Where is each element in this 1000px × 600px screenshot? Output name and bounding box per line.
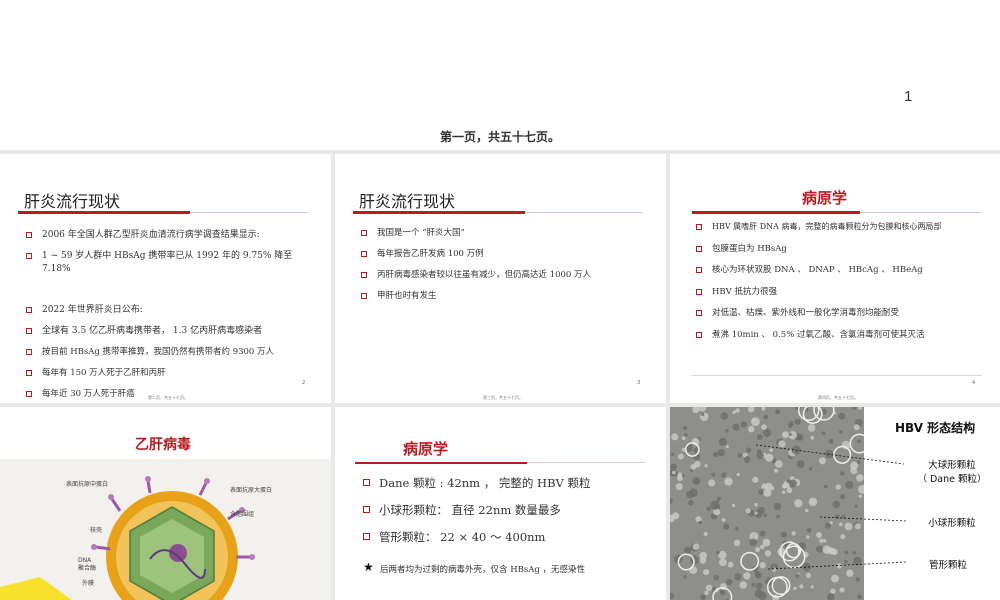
slide-page-number: 3	[637, 380, 641, 386]
slide-title: 乙肝病毒	[135, 437, 191, 453]
square-bullet-icon	[696, 310, 702, 316]
square-bullet-icon	[363, 533, 370, 540]
list-item: HBV 抵抗力很强	[696, 286, 996, 298]
list-item: 每年报告乙肝发病 100 万例	[361, 248, 656, 261]
square-bullet-icon	[26, 370, 32, 376]
leader-line-large	[755, 444, 905, 465]
slide-title: 肝炎流行现状	[359, 192, 456, 211]
title-underline-line	[525, 212, 643, 213]
slide-title: 病原学	[403, 440, 449, 458]
slide-footer: 第二页，共五十七页。	[148, 395, 188, 400]
slide-thumbnail-4[interactable]: 病原学 HBV 属嗜肝 DNA 病毒，完整的病毒颗粒分为包膜和核心两局部 包膜蛋…	[670, 154, 1000, 403]
square-bullet-icon	[363, 479, 370, 486]
page-caption: 第一页，共五十七页。	[439, 130, 560, 144]
list-item: 按目前 HBsAg 携带率推算，我国仍然有携带者约 9300 万人	[26, 346, 316, 359]
label-surface-large: 表面抗原大蛋白	[230, 487, 273, 494]
list-item: 包膜蛋白为 HBsAg	[696, 243, 996, 255]
square-bullet-icon	[26, 307, 32, 313]
label-capsid: 核壳	[90, 527, 103, 534]
label-large-particle: 大球形颗粒	[928, 460, 976, 471]
hbv-virus-diagram	[0, 476, 255, 600]
leader-line-tube	[767, 561, 907, 570]
label-envelope: 外膜	[82, 580, 95, 587]
label-dna-polymerase: DNA 聚合酶	[78, 557, 97, 572]
slide-page-number: 2	[302, 380, 306, 386]
slide-footer: 第三页，共五十七页。	[483, 395, 523, 400]
label-surface-middle: 表面抗原中蛋白	[66, 481, 109, 488]
list-item: 甲肝也时有发生	[361, 290, 656, 303]
list-item: 丙肝病毒感染者较以往虽有减少，但仍高达近 1000 万人	[361, 269, 656, 282]
list-item: 全球有 3.5 亿乙肝病毒携带者， 1.3 亿丙肝病毒感染者	[26, 325, 316, 338]
bullet-list: 我国是一个 “肝炎大国” 每年报告乙肝发病 100 万例 丙肝病毒感染者较以往虽…	[361, 227, 656, 311]
square-bullet-icon	[696, 224, 702, 230]
slide-page-number: 4	[972, 380, 976, 386]
title-underline-bar	[692, 211, 860, 214]
square-bullet-icon	[26, 328, 32, 334]
list-item: 小球形颗粒： 直径 22nm 数量最多	[363, 502, 658, 518]
list-item: 管形颗粒： 22 × 40 ～ 400nm	[363, 529, 658, 545]
top-page: 1 第一页，共五十七页。	[0, 0, 1000, 150]
square-bullet-icon	[696, 288, 702, 295]
list-item: HBV 属嗜肝 DNA 病毒，完整的病毒颗粒分为包膜和核心两局部	[696, 221, 996, 233]
title-underline-line	[527, 462, 645, 463]
leader-line-small	[819, 516, 907, 522]
slide-thumbnail-2[interactable]: 肝炎流行现状 2006 年全国人群乙型肝炎血清流行病学调查结果显示: 1 ~ 5…	[0, 154, 331, 403]
list-item: 煮沸 10min 、 0.5% 过氧乙酸、含氯消毒剂可使其灭活	[696, 329, 996, 341]
list-item: 1 ~ 59 岁人群中 HBsAg 携带率已从 1992 年的 9.75% 降至…	[26, 250, 316, 276]
page-number: 1	[904, 88, 913, 105]
title-underline-line	[860, 212, 982, 213]
slide-thumbnail-6[interactable]: 病原学 Dane 颗粒 : 42nm ， 完整的 HBV 颗粒 小球形颗粒： 直…	[335, 407, 666, 600]
square-bullet-icon	[696, 245, 702, 252]
square-bullet-icon	[26, 232, 32, 238]
slide-thumbnail-7[interactable]: HBV 形态结构 大球形颗粒 （ Dane 颗粒） 小球形颗粒 管形颗粒	[670, 407, 1000, 600]
square-bullet-icon	[361, 251, 367, 257]
label-lipid: 含脂围组	[230, 511, 255, 518]
square-bullet-icon	[696, 267, 702, 273]
square-bullet-icon	[26, 391, 32, 397]
star-bullet-icon: ★	[363, 560, 374, 574]
bullet-list: 2006 年全国人群乙型肝炎血清流行病学调查结果显示: 1 ~ 59 岁人群中 …	[26, 229, 316, 403]
slide-note: 后两者均为过剩的病毒外壳，仅含 HBsAg ，无感染性	[380, 565, 586, 575]
footer-divider	[692, 375, 982, 376]
bullet-list: HBV 属嗜肝 DNA 病毒，完整的病毒颗粒分为包膜和核心两局部 包膜蛋白为 H…	[696, 221, 996, 350]
square-bullet-icon	[363, 506, 370, 513]
list-item: 2006 年全国人群乙型肝炎血清流行病学调查结果显示:	[26, 229, 316, 242]
yellow-arrow-shape	[0, 577, 72, 600]
square-bullet-icon	[26, 349, 32, 355]
title-underline-line	[190, 212, 308, 213]
leader-lines	[755, 444, 907, 570]
square-bullet-icon	[361, 272, 367, 278]
label-dane-particle: （ Dane 颗粒）	[917, 474, 987, 485]
slide-title: 肝炎流行现状	[24, 192, 121, 211]
slide-title: 病原学	[802, 189, 848, 207]
list-item: 我国是一个 “肝炎大国”	[361, 227, 656, 240]
square-bullet-icon	[361, 230, 367, 236]
hbv-illustration: 表面抗原中蛋白 表面抗原大蛋白 含脂围组 核壳 DNA 聚合酶 外膜	[0, 459, 331, 600]
title-underline-bar	[18, 211, 190, 214]
list-item: 每年有 150 万人死于乙肝和丙肝	[26, 367, 316, 380]
list-item: 对低温、枯燥、紫外线和一般化学消毒剂均能耐受	[696, 307, 996, 319]
list-item: 2022 年世界肝炎日公布:	[26, 304, 316, 317]
list-item: Dane 颗粒 : 42nm ， 完整的 HBV 颗粒	[363, 475, 658, 491]
label-tube-particle: 管形颗粒	[928, 560, 967, 571]
square-bullet-icon	[26, 253, 32, 259]
list-item: 核心为环状双股 DNA 、 DNAP 、 HBcAg 、 HBeAg	[696, 264, 996, 276]
bullet-list: Dane 颗粒 : 42nm ， 完整的 HBV 颗粒 小球形颗粒： 直径 22…	[363, 475, 658, 556]
title-underline-bar	[353, 211, 525, 214]
title-underline-bar	[355, 462, 527, 464]
slide-footer: 第四页，共五十七页。	[818, 395, 858, 400]
slide-thumbnail-3[interactable]: 肝炎流行现状 我国是一个 “肝炎大国” 每年报告乙肝发病 100 万例 丙肝病毒…	[335, 154, 666, 403]
square-bullet-icon	[696, 331, 702, 338]
square-bullet-icon	[361, 293, 367, 299]
label-small-particle: 小球形颗粒	[928, 518, 976, 529]
slide-thumbnail-5[interactable]: 乙肝病毒 表面抗原中蛋白 表面抗原大蛋白 含脂围组 核壳 DNA 聚合酶 外膜	[0, 407, 331, 600]
